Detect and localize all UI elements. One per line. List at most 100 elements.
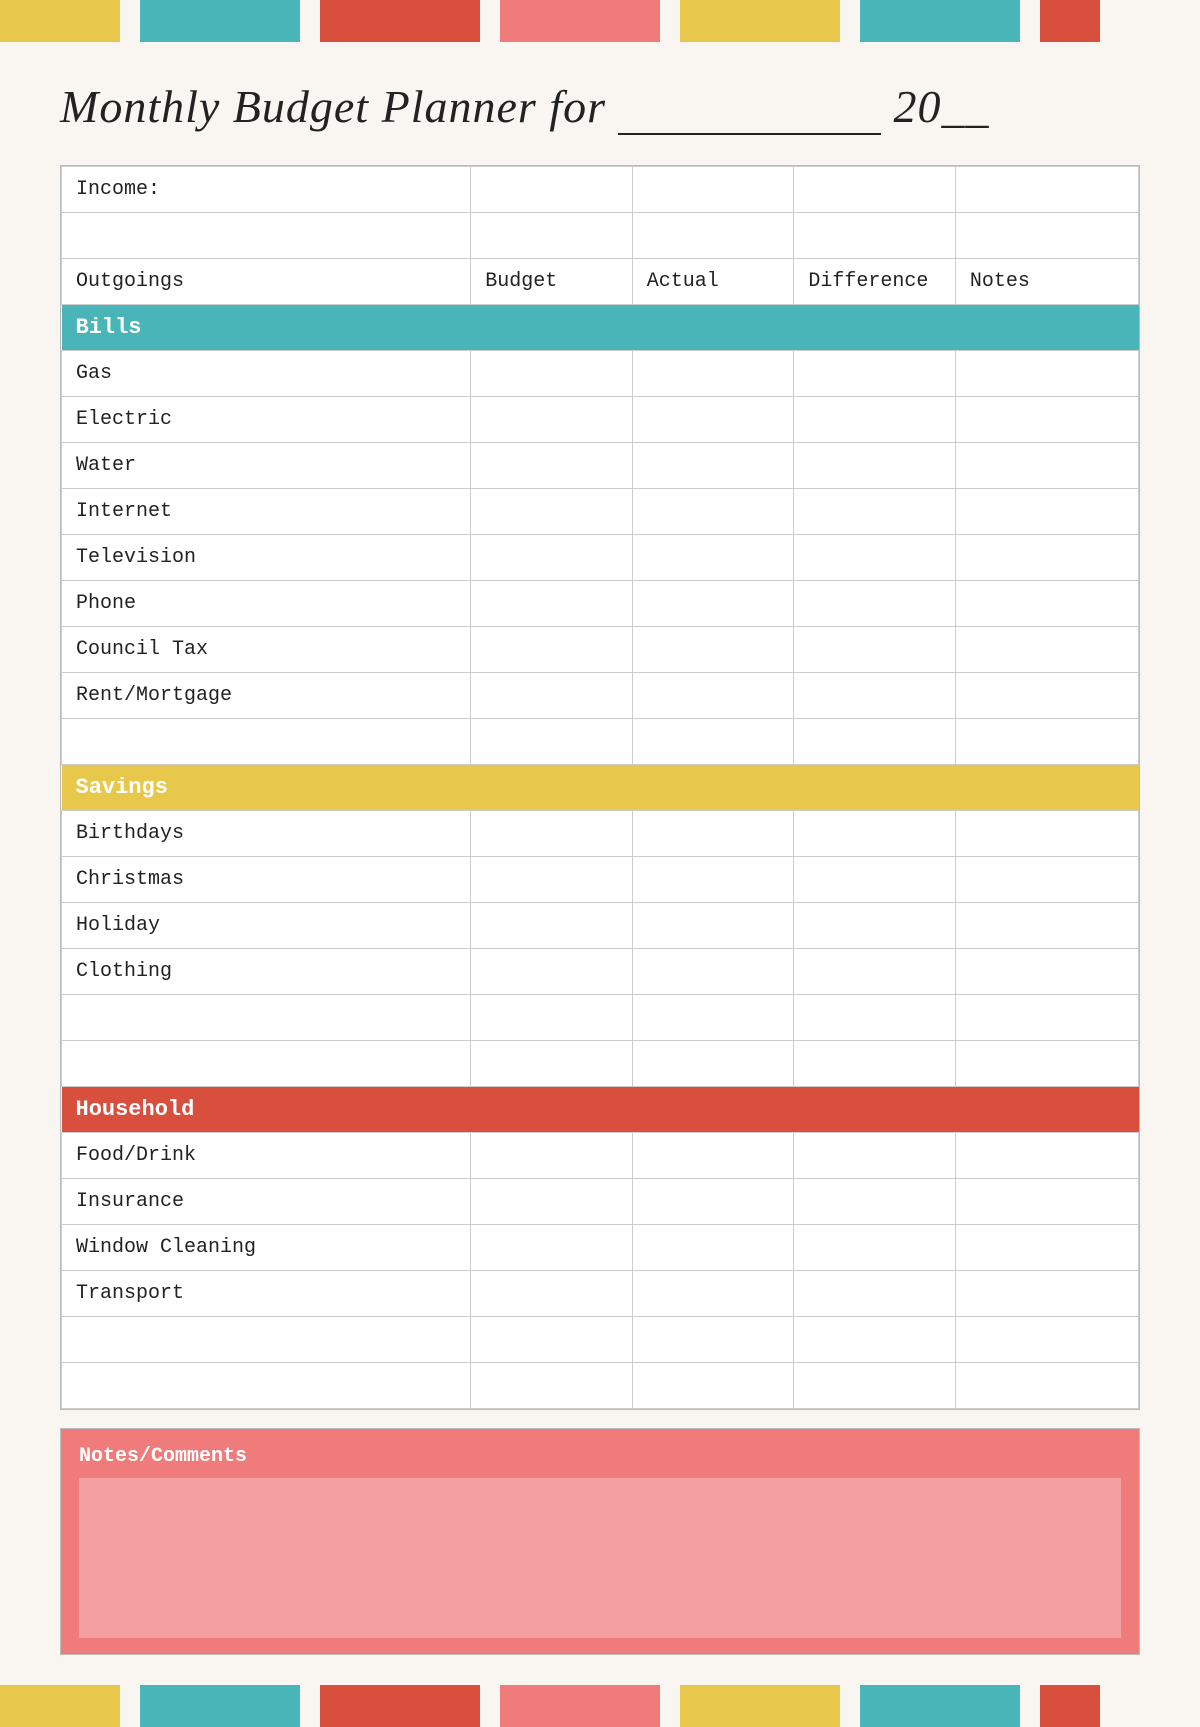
notes-label: Notes/Comments xyxy=(79,1445,1121,1468)
diff-television xyxy=(794,535,956,581)
row-rent-mortgage: Rent/Mortgage xyxy=(62,673,1139,719)
budget-table: Income: Outgoings Budget Actual Differen… xyxy=(61,166,1139,1409)
notes-content-area[interactable] xyxy=(79,1478,1121,1638)
actual-birthdays[interactable] xyxy=(632,811,794,857)
blank-row-bills xyxy=(62,719,1139,765)
row-electric: Electric xyxy=(62,397,1139,443)
label-electric: Electric xyxy=(62,397,471,443)
notes-clothing[interactable] xyxy=(955,949,1138,995)
title-area: Monthly Budget Planner for 20__ xyxy=(0,42,1200,165)
actual-rent-mortgage[interactable] xyxy=(632,673,794,719)
label-gas: Gas xyxy=(62,351,471,397)
actual-phone[interactable] xyxy=(632,581,794,627)
bills-label: Bills xyxy=(62,305,1139,351)
budget-phone[interactable] xyxy=(471,581,633,627)
title-underline xyxy=(618,80,881,135)
label-council-tax: Council Tax xyxy=(62,627,471,673)
row-birthdays: Birthdays xyxy=(62,811,1139,857)
actual-television[interactable] xyxy=(632,535,794,581)
notes-phone[interactable] xyxy=(955,581,1138,627)
notes-window-cleaning[interactable] xyxy=(955,1225,1138,1271)
diff-council-tax xyxy=(794,627,956,673)
actual-holiday[interactable] xyxy=(632,903,794,949)
notes-gas[interactable] xyxy=(955,351,1138,397)
row-food-drink: Food/Drink xyxy=(62,1133,1139,1179)
label-phone: Phone xyxy=(62,581,471,627)
actual-clothing[interactable] xyxy=(632,949,794,995)
notes-council-tax[interactable] xyxy=(955,627,1138,673)
diff-rent-mortgage xyxy=(794,673,956,719)
row-transport: Transport xyxy=(62,1271,1139,1317)
budget-electric[interactable] xyxy=(471,397,633,443)
diff-food-drink xyxy=(794,1133,956,1179)
budget-water[interactable] xyxy=(471,443,633,489)
section-household-header: Household xyxy=(62,1087,1139,1133)
budget-christmas[interactable] xyxy=(471,857,633,903)
row-christmas: Christmas xyxy=(62,857,1139,903)
budget-window-cleaning[interactable] xyxy=(471,1225,633,1271)
blank-row-household-1 xyxy=(62,1317,1139,1363)
budget-council-tax[interactable] xyxy=(471,627,633,673)
notes-insurance[interactable] xyxy=(955,1179,1138,1225)
label-christmas: Christmas xyxy=(62,857,471,903)
budget-rent-mortgage[interactable] xyxy=(471,673,633,719)
actual-water[interactable] xyxy=(632,443,794,489)
notes-television[interactable] xyxy=(955,535,1138,581)
notes-birthdays[interactable] xyxy=(955,811,1138,857)
label-transport: Transport xyxy=(62,1271,471,1317)
col-header-difference: Difference xyxy=(794,259,956,305)
diff-christmas xyxy=(794,857,956,903)
label-insurance: Insurance xyxy=(62,1179,471,1225)
income-notes xyxy=(955,167,1138,213)
row-gas: Gas xyxy=(62,351,1139,397)
row-internet: Internet xyxy=(62,489,1139,535)
actual-council-tax[interactable] xyxy=(632,627,794,673)
spacer xyxy=(0,1655,1200,1685)
budget-holiday[interactable] xyxy=(471,903,633,949)
actual-transport[interactable] xyxy=(632,1271,794,1317)
row-clothing: Clothing xyxy=(62,949,1139,995)
budget-birthdays[interactable] xyxy=(471,811,633,857)
page-title: Monthly Budget Planner for 20__ xyxy=(60,81,989,132)
col-header-actual: Actual xyxy=(632,259,794,305)
notes-rent-mortgage[interactable] xyxy=(955,673,1138,719)
bottom-bar xyxy=(0,1685,1200,1727)
budget-transport[interactable] xyxy=(471,1271,633,1317)
notes-transport[interactable] xyxy=(955,1271,1138,1317)
diff-gas xyxy=(794,351,956,397)
notes-internet[interactable] xyxy=(955,489,1138,535)
row-council-tax: Council Tax xyxy=(62,627,1139,673)
actual-food-drink[interactable] xyxy=(632,1133,794,1179)
label-holiday: Holiday xyxy=(62,903,471,949)
notes-holiday[interactable] xyxy=(955,903,1138,949)
notes-electric[interactable] xyxy=(955,397,1138,443)
diff-birthdays xyxy=(794,811,956,857)
row-phone: Phone xyxy=(62,581,1139,627)
budget-gas[interactable] xyxy=(471,351,633,397)
actual-gas[interactable] xyxy=(632,351,794,397)
budget-television[interactable] xyxy=(471,535,633,581)
actual-internet[interactable] xyxy=(632,489,794,535)
title-year: 20__ xyxy=(893,81,989,132)
actual-electric[interactable] xyxy=(632,397,794,443)
notes-food-drink[interactable] xyxy=(955,1133,1138,1179)
budget-clothing[interactable] xyxy=(471,949,633,995)
notes-water[interactable] xyxy=(955,443,1138,489)
actual-christmas[interactable] xyxy=(632,857,794,903)
actual-insurance[interactable] xyxy=(632,1179,794,1225)
budget-insurance[interactable] xyxy=(471,1179,633,1225)
income-budget xyxy=(471,167,633,213)
blank-row-savings-2 xyxy=(62,1041,1139,1087)
actual-window-cleaning[interactable] xyxy=(632,1225,794,1271)
blank-row-1 xyxy=(62,213,1139,259)
income-row: Income: xyxy=(62,167,1139,213)
budget-food-drink[interactable] xyxy=(471,1133,633,1179)
label-internet: Internet xyxy=(62,489,471,535)
budget-internet[interactable] xyxy=(471,489,633,535)
diff-internet xyxy=(794,489,956,535)
notes-christmas[interactable] xyxy=(955,857,1138,903)
blank-row-household-2 xyxy=(62,1363,1139,1409)
section-savings-header: Savings xyxy=(62,765,1139,811)
label-birthdays: Birthdays xyxy=(62,811,471,857)
col-header-notes: Notes xyxy=(955,259,1138,305)
